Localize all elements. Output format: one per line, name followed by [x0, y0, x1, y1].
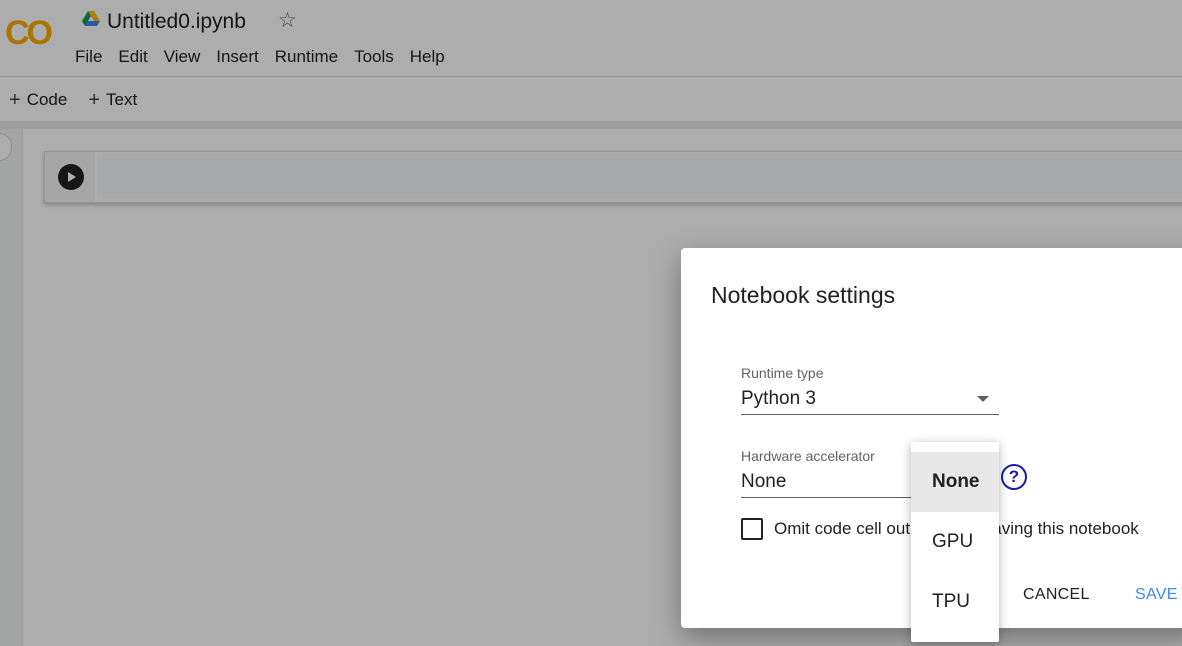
save-button[interactable]: SAVE: [1135, 584, 1178, 606]
hardware-accelerator-label: Hardware accelerator: [741, 448, 875, 464]
omit-output-checkbox[interactable]: [741, 518, 763, 540]
accelerator-option-none[interactable]: None: [911, 452, 999, 512]
dialog-title: Notebook settings: [711, 282, 896, 308]
accelerator-option-gpu[interactable]: GPU: [911, 512, 999, 572]
hardware-accelerator-select[interactable]: None: [741, 471, 786, 493]
accelerator-option-tpu[interactable]: TPU: [911, 572, 999, 632]
accelerator-dropdown-menu: None GPU TPU: [911, 442, 999, 642]
help-icon[interactable]: ?: [1001, 464, 1027, 490]
runtime-type-select[interactable]: Python 3: [741, 388, 816, 410]
runtime-type-label: Runtime type: [741, 365, 824, 381]
dropdown-arrow-icon[interactable]: [977, 396, 989, 402]
runtime-type-underline: [741, 414, 999, 415]
cancel-button[interactable]: CANCEL: [1023, 584, 1090, 606]
